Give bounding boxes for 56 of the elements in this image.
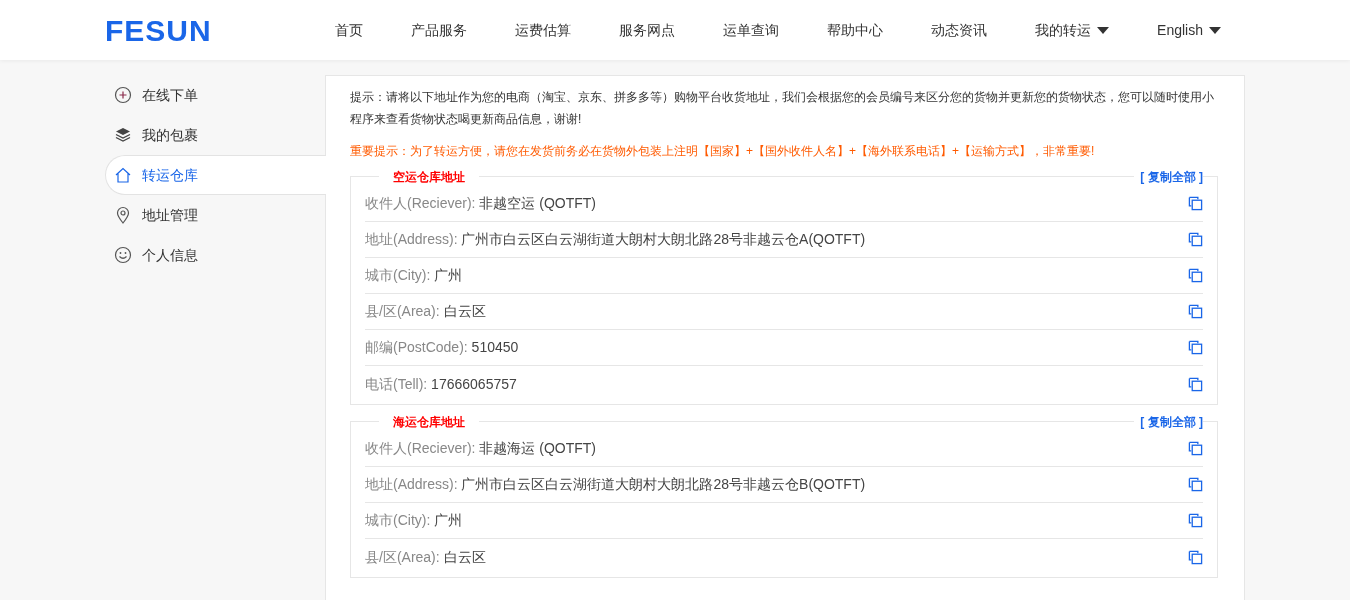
copy-icon xyxy=(1188,232,1203,247)
copy-icon xyxy=(1188,513,1203,528)
address-line: 收件人(Reciever): 非越空运 (QOTFT) xyxy=(365,194,596,213)
nav-link[interactable]: 帮助中心 xyxy=(803,19,908,41)
copy-button[interactable] xyxy=(1188,376,1203,392)
important-notice-text: 重要提示：为了转运方便，请您在发货前务必在货物外包装上注明【国家】+【国外收件人名】+【海外联系电话】+【运输方式】，非常重要! xyxy=(350,143,1096,160)
notice-text: 提示：请将以下地址作为您的电商（淘宝、京东、拼多多等）购物平台收货地址，我们会根据您的会员编号来区分您的货物并更新您的货物状态，您可以随时使用小程序来查看货物状态喝更新商品信息，谢谢! xyxy=(350,89,1215,128)
location-pin-icon xyxy=(114,206,132,224)
smiley-icon xyxy=(114,246,132,264)
copy-icon xyxy=(1188,340,1203,355)
sidebar-item[interactable]: 转运仓库 xyxy=(105,155,326,195)
copy-button[interactable] xyxy=(1188,268,1203,283)
copy-all-link[interactable]: [ 复制全部 ] xyxy=(1134,168,1203,186)
nav-link[interactable]: 产品服务 xyxy=(387,19,492,41)
house-icon xyxy=(114,166,132,184)
nav-link[interactable]: English xyxy=(1133,19,1245,41)
copy-button[interactable] xyxy=(1188,232,1203,247)
address-line: 邮编(PostCode): 510450 xyxy=(365,338,519,357)
nav-link[interactable]: 服务网点 xyxy=(595,19,700,41)
copy-icon xyxy=(1188,441,1203,456)
copy-button[interactable] xyxy=(1188,196,1203,211)
section-title: 空运仓库地址 xyxy=(379,168,479,186)
nav-link[interactable]: 我的转运 xyxy=(1011,19,1134,41)
copy-all-link[interactable]: [ 复制全部 ] xyxy=(1134,413,1203,431)
address-line: 城市(City): 广州 xyxy=(365,266,463,285)
copy-icon xyxy=(1188,268,1203,283)
nav-link[interactable]: 首页 xyxy=(311,19,388,41)
copy-button[interactable] xyxy=(1188,304,1203,319)
sidebar-item[interactable]: 地址管理 xyxy=(105,195,325,235)
copy-icon xyxy=(1188,196,1203,211)
copy-button[interactable] xyxy=(1188,340,1203,355)
copy-button[interactable] xyxy=(1188,513,1203,528)
nav-link[interactable]: 动态资讯 xyxy=(907,19,1012,41)
copy-icon xyxy=(1188,477,1203,492)
address-line: 地址(Address): 广州市白云区白云湖街道大朗村大朗北路28号非越云仓B(QOTFT) xyxy=(365,475,866,494)
sidebar-item[interactable]: 个人信息 xyxy=(105,235,325,275)
sidebar-item[interactable]: 在线下单 xyxy=(105,75,325,115)
address-line: 县/区(Area): 白云区 xyxy=(365,547,486,567)
logo[interactable]: FESUN xyxy=(105,7,212,53)
address-line: 城市(City): 广州 xyxy=(365,511,463,530)
copy-icon xyxy=(1188,376,1203,392)
address-line: 收件人(Reciever): 非越海运 (QOTFT) xyxy=(365,439,596,458)
copy-icon xyxy=(1188,549,1203,565)
nav-link[interactable]: 运费估算 xyxy=(491,19,596,41)
copy-button[interactable] xyxy=(1188,549,1203,565)
section-title: 海运仓库地址 xyxy=(379,413,479,431)
copy-button[interactable] xyxy=(1188,477,1203,492)
copy-button[interactable] xyxy=(1188,441,1203,456)
address-line: 县/区(Area): 白云区 xyxy=(365,302,486,321)
sidebar-item[interactable]: 我的包裹 xyxy=(105,115,325,155)
address-line: 地址(Address): 广州市白云区白云湖街道大朗村大朗北路28号非越云仓A(QOTFT) xyxy=(365,230,866,249)
nav-link[interactable]: 运单查询 xyxy=(699,19,804,41)
copy-icon xyxy=(1188,304,1203,319)
address-line: 电话(Tell): 17666065757 xyxy=(365,374,517,394)
layers-icon xyxy=(114,126,132,144)
plus-circle-icon xyxy=(114,86,132,104)
